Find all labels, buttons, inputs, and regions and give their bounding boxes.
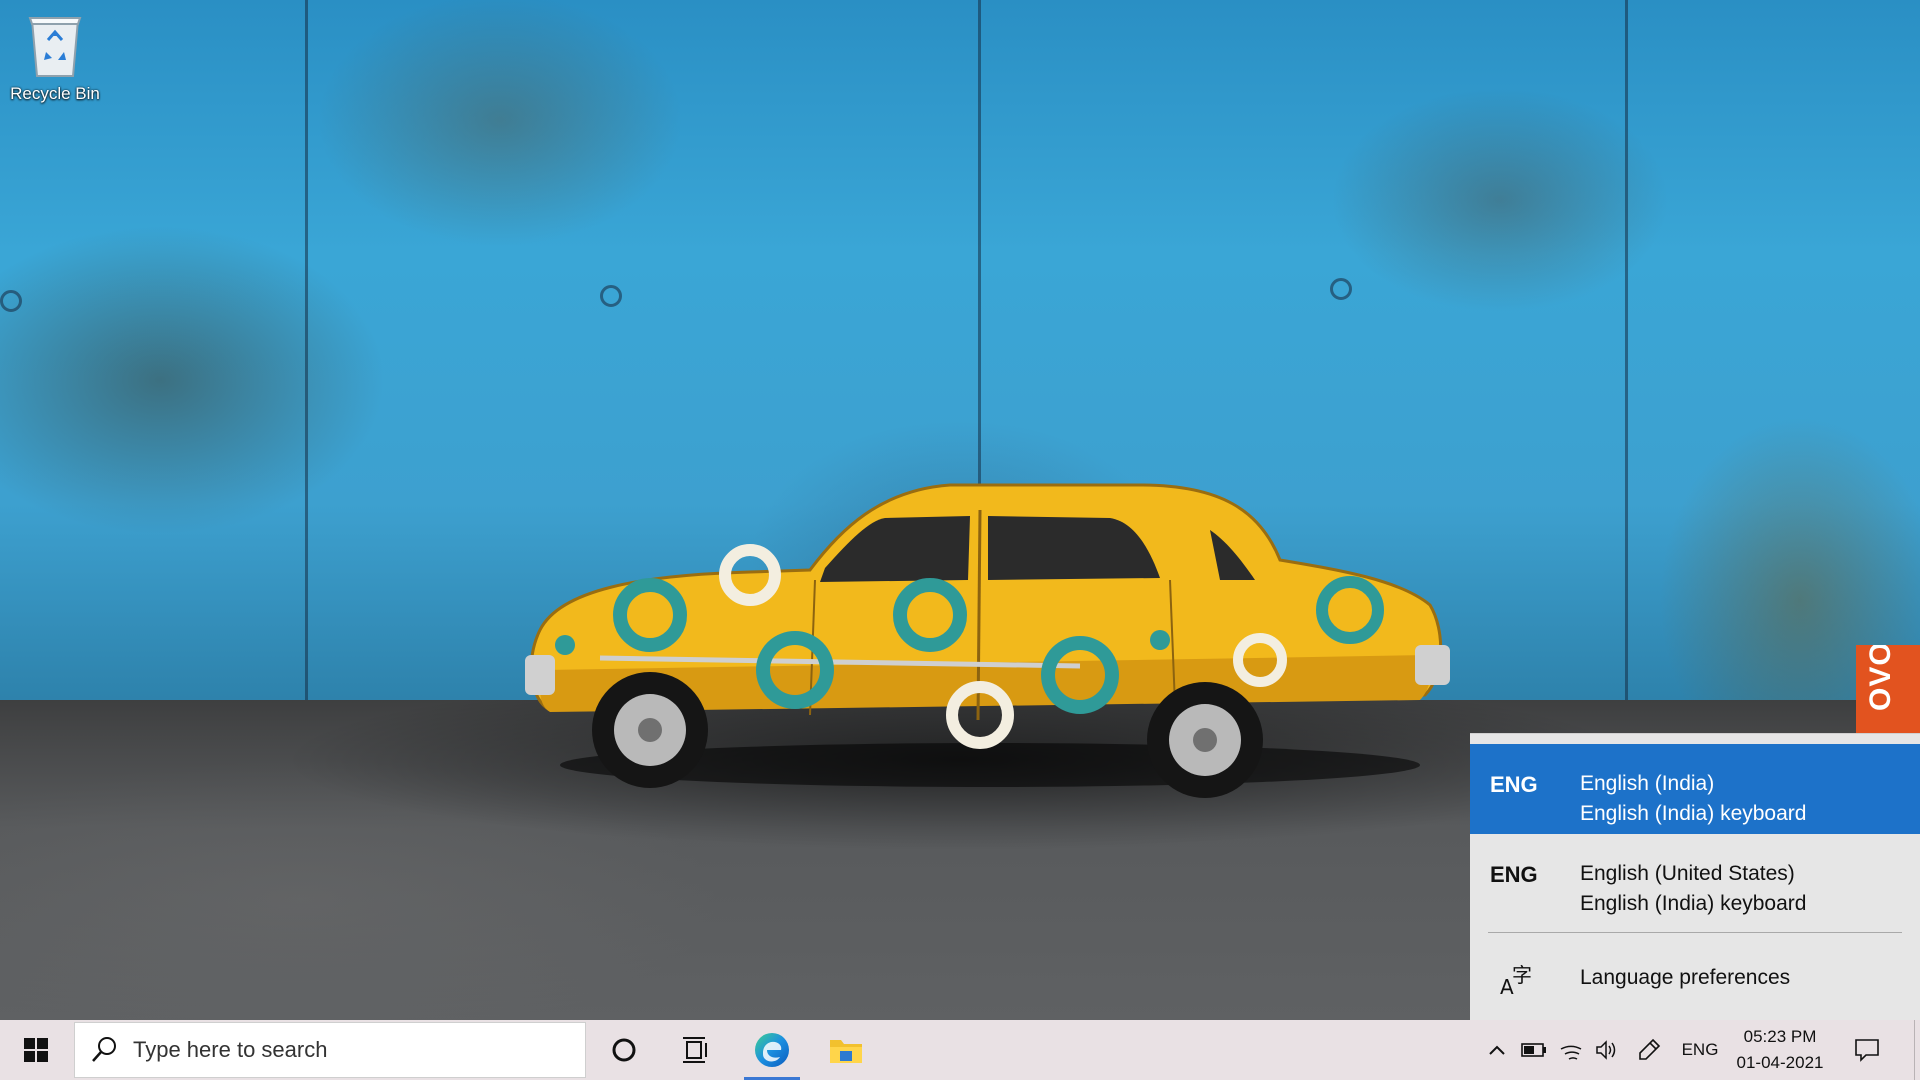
language-code: ENG <box>1490 862 1538 887</box>
wifi-icon <box>1560 1045 1582 1060</box>
keyboard-name: English (India) keyboard <box>1580 892 1807 915</box>
language-name: English (India) <box>1580 772 1715 795</box>
lenovo-logo-tab: OVO <box>1856 645 1920 733</box>
volume-tray-button[interactable] <box>1590 1020 1624 1080</box>
recycle-bin-icon <box>28 17 82 77</box>
wall-bolt <box>0 290 22 312</box>
battery-tray-button[interactable] <box>1516 1020 1552 1080</box>
circle-icon <box>612 1038 636 1062</box>
yellow-car-image <box>520 480 1460 800</box>
language-item-english-us[interactable]: ENG English (United States) English (Ind… <box>1470 834 1920 924</box>
keyboard-name: English (India) keyboard <box>1580 802 1807 825</box>
edge-taskbar-button[interactable] <box>740 1020 804 1080</box>
volume-icon <box>1596 1040 1616 1060</box>
wall-bolt <box>600 285 622 307</box>
show-desktop-button[interactable] <box>1914 1020 1920 1080</box>
recycle-bin-label: Recycle Bin <box>10 84 100 103</box>
network-tray-button[interactable] <box>1554 1020 1588 1080</box>
language-item-english-india[interactable]: ENG English (India) English (India) keyb… <box>1470 744 1920 834</box>
language-preferences-link[interactable]: A 字 Language preferences <box>1470 934 1920 1021</box>
clock-time: 05:23 PM <box>1743 1027 1817 1046</box>
pen-workspace-button[interactable] <box>1632 1020 1666 1080</box>
language-preferences-label: Language preferences <box>1580 966 1791 989</box>
file-explorer-button[interactable] <box>814 1020 878 1080</box>
language-code: ENG <box>1490 772 1538 797</box>
wall-bolt <box>1330 278 1352 300</box>
input-language-indicator[interactable]: ENG <box>1676 1020 1724 1080</box>
show-hidden-icons-button[interactable] <box>1482 1020 1512 1080</box>
windows-logo-icon <box>24 1038 48 1062</box>
action-center-button[interactable] <box>1840 1020 1894 1080</box>
folder-icon <box>830 1040 862 1063</box>
edge-icon <box>755 1033 789 1067</box>
clock-button[interactable]: 05:23 PM 01-04-2021 <box>1730 1020 1830 1080</box>
wall-seam <box>305 0 308 720</box>
svg-text:字: 字 <box>1512 963 1532 987</box>
taskbar: ENG 05:23 PM 01-04-2021 <box>0 1020 1920 1080</box>
recycle-bin-desktop-icon[interactable]: Recycle Bin <box>8 8 102 108</box>
task-view-button[interactable] <box>664 1020 728 1080</box>
start-button[interactable] <box>0 1020 72 1080</box>
task-view-icon <box>683 1037 707 1063</box>
search-icon <box>92 1037 116 1062</box>
search-input[interactable] <box>133 1037 533 1063</box>
taskbar-search-box[interactable] <box>74 1022 586 1078</box>
chevron-up-icon <box>1489 1045 1505 1055</box>
clock-date: 01-04-2021 <box>1736 1053 1824 1072</box>
wall-seam <box>1625 0 1628 720</box>
notification-icon <box>1855 1039 1879 1062</box>
battery-icon <box>1521 1043 1546 1057</box>
language-name: English (United States) <box>1580 862 1795 885</box>
lenovo-logo-text: OVO <box>1864 645 1897 711</box>
language-flyout: ENG English (India) English (India) keyb… <box>1470 733 1920 1020</box>
pen-icon <box>1639 1038 1661 1060</box>
flyout-divider <box>1488 932 1902 933</box>
language-settings-icon: A 字 <box>1500 963 1532 996</box>
cortana-button[interactable] <box>592 1020 656 1080</box>
